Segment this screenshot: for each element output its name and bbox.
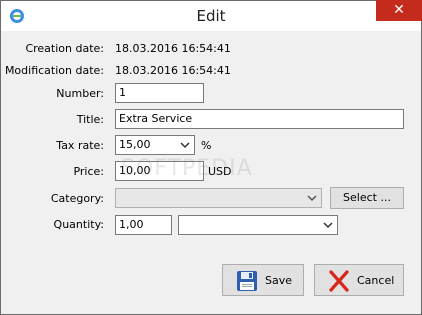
quantity-field[interactable]: 1,00: [115, 215, 172, 235]
quantity-label: Quantity:: [53, 218, 104, 231]
save-label: Save: [265, 274, 293, 287]
price-label: Price:: [73, 165, 104, 178]
window-title: Edit: [196, 7, 226, 25]
watermark: SOFTPEDIA: [121, 156, 253, 181]
tax-rate-label: Tax rate:: [56, 139, 104, 152]
number-label: Number:: [56, 87, 104, 100]
close-icon: ✕: [393, 2, 405, 18]
chevron-down-icon: [323, 222, 333, 229]
title-bar: Edit ✕: [1, 0, 422, 31]
creation-date-value: 18.03.2016 16:54:41: [115, 42, 231, 55]
edit-dialog: Edit ✕ Creation date: 18.03.2016 16:54:4…: [0, 0, 422, 315]
title-label: Title:: [76, 113, 104, 126]
save-button[interactable]: Save: [222, 264, 304, 296]
creation-date-label: Creation date:: [25, 42, 104, 55]
modification-date-value: 18.03.2016 16:54:41: [115, 64, 231, 77]
tax-rate-select[interactable]: 15,00: [115, 135, 195, 155]
cancel-label: Cancel: [357, 274, 395, 287]
close-button[interactable]: ✕: [376, 0, 422, 21]
cancel-button[interactable]: Cancel: [314, 264, 404, 296]
cancel-x-icon: [329, 270, 349, 292]
number-field[interactable]: 1: [115, 83, 204, 103]
select-category-button[interactable]: Select ...: [330, 187, 404, 209]
category-label: Category:: [50, 192, 104, 205]
chevron-down-icon: [307, 195, 317, 202]
tax-rate-value: 15,00: [119, 138, 151, 151]
save-disk-icon: [237, 271, 257, 291]
title-field[interactable]: Extra Service: [115, 109, 404, 129]
modification-date-label: Modification date:: [4, 64, 104, 77]
quantity-unit-select[interactable]: [178, 215, 338, 235]
tax-rate-unit: %: [201, 139, 212, 152]
chevron-down-icon: [180, 142, 190, 149]
category-select[interactable]: [115, 188, 322, 208]
